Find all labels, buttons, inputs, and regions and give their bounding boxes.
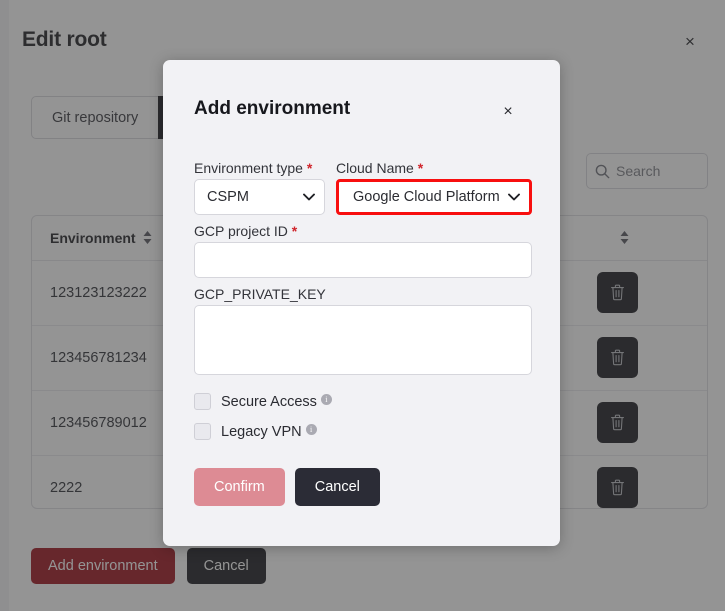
- chevron-down-icon: [303, 193, 315, 201]
- dialog-actions: Confirm Cancel: [194, 468, 532, 506]
- legacy-vpn-checkbox[interactable]: [194, 423, 211, 440]
- field-legacy-vpn: Legacy VPN i: [194, 423, 532, 440]
- field-cloud-name: Cloud Name * Google Cloud Platform: [336, 160, 532, 215]
- cloud-name-value: Google Cloud Platform: [353, 189, 500, 205]
- required-marker: *: [417, 160, 424, 176]
- gcp-private-key-textarea[interactable]: [194, 305, 532, 375]
- gcp-project-id-input[interactable]: [194, 242, 532, 278]
- field-gcp-project-id: GCP project ID *: [194, 223, 532, 278]
- label-gcp-private-key: GCP_PRIVATE_KEY: [194, 286, 326, 302]
- dialog-close-icon[interactable]: ×: [497, 101, 519, 123]
- environment-type-value: CSPM: [207, 189, 249, 205]
- info-icon[interactable]: i: [305, 424, 317, 435]
- label-environment-type: Environment type *: [194, 160, 313, 176]
- field-gcp-private-key: GCP_PRIVATE_KEY: [194, 286, 532, 380]
- dialog-cancel-button[interactable]: Cancel: [294, 468, 380, 506]
- label-cloud-name: Cloud Name *: [336, 160, 424, 176]
- confirm-button[interactable]: Confirm: [194, 468, 285, 506]
- required-marker: *: [291, 223, 298, 239]
- cloud-name-select[interactable]: Google Cloud Platform: [336, 179, 532, 215]
- dialog-title: Add environment: [194, 98, 351, 119]
- info-icon[interactable]: i: [320, 394, 332, 405]
- field-environment-type: Environment type * CSPM: [194, 160, 325, 215]
- add-environment-dialog: Add environment × Environment type * CSP…: [163, 60, 560, 546]
- secure-access-label: Secure Access: [221, 393, 317, 410]
- label-gcp-project-id: GCP project ID *: [194, 223, 298, 239]
- field-secure-access: Secure Access i: [194, 393, 532, 410]
- required-marker: *: [306, 160, 313, 176]
- legacy-vpn-label: Legacy VPN: [221, 423, 302, 440]
- chevron-down-icon: [508, 193, 520, 201]
- secure-access-checkbox[interactable]: [194, 393, 211, 410]
- environment-type-select[interactable]: CSPM: [194, 179, 325, 215]
- add-environment-form: Environment type * CSPM Cloud Name * Goo…: [194, 160, 532, 506]
